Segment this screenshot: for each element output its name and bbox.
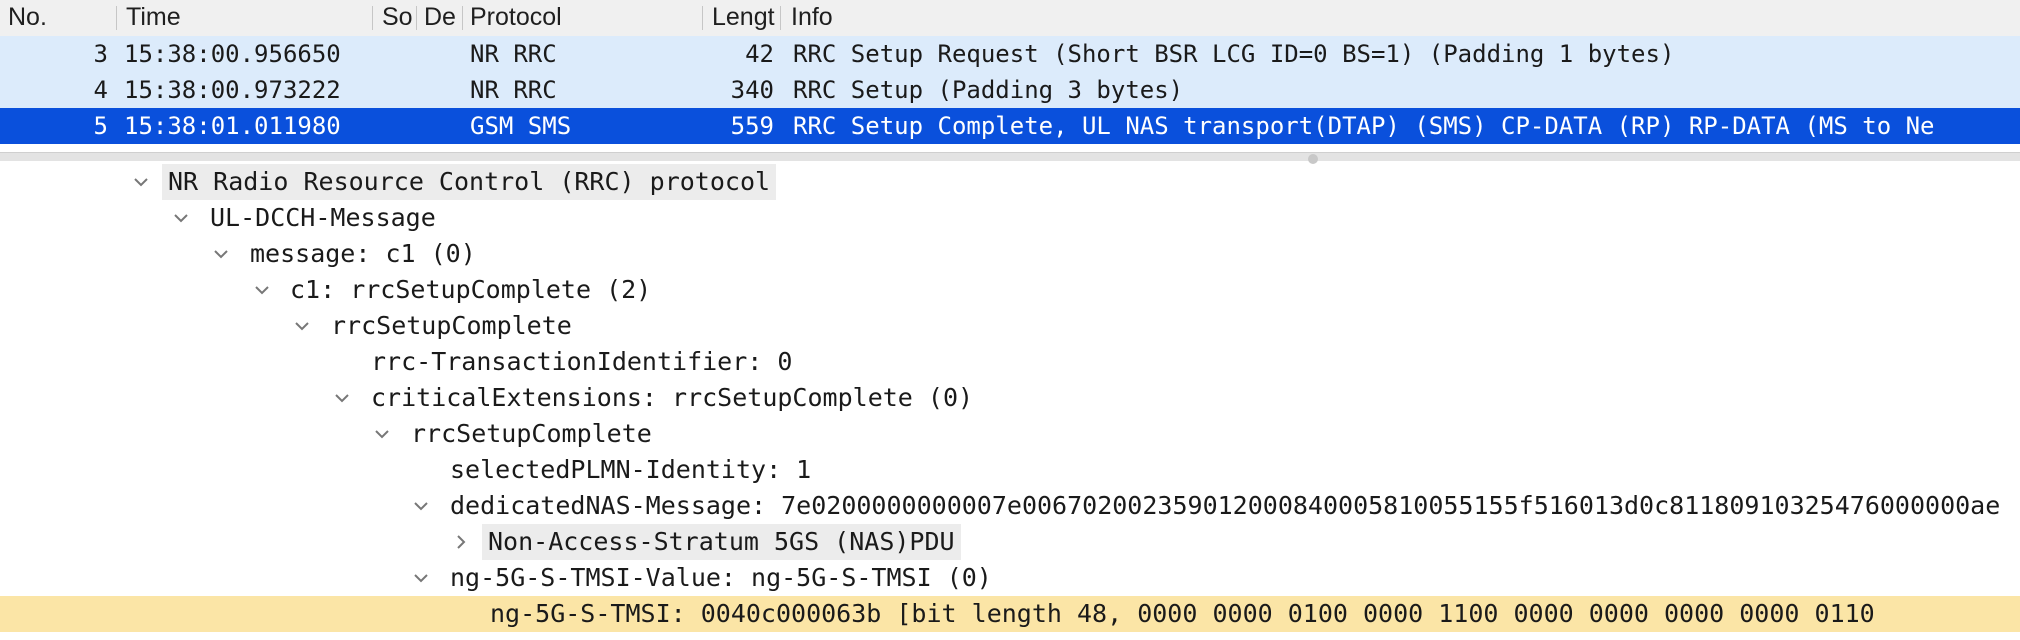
packet-protocol: GSM SMS xyxy=(470,112,572,140)
tree-item-label: dedicatedNAS-Message: 7e0200000000007e00… xyxy=(450,491,2001,520)
packet-info: RRC Setup Request (Short BSR LCG ID=0 BS… xyxy=(793,40,1675,68)
chevron-down-icon[interactable] xyxy=(251,272,273,308)
chevron-down-icon[interactable] xyxy=(331,380,353,416)
packet-length: 559 xyxy=(730,112,774,140)
packet-number: 3 xyxy=(93,40,108,68)
column-header-time[interactable]: Time xyxy=(126,0,366,36)
packet-time: 15:38:01.011980 xyxy=(124,112,341,140)
column-header-info[interactable]: Info xyxy=(791,0,991,36)
packet-info: RRC Setup Complete, UL NAS transport(DTA… xyxy=(793,112,1935,140)
packet-row[interactable]: 3 15:38:00.956650 NR RRC 42 RRC Setup Re… xyxy=(0,36,2020,72)
tree-item[interactable]: message: c1 (0) xyxy=(0,236,2020,272)
tree-item-label: rrcSetupComplete xyxy=(411,419,652,448)
tree-item-label: rrc-TransactionIdentifier: 0 xyxy=(371,347,793,376)
chevron-right-icon[interactable] xyxy=(450,524,472,560)
tree-item-label: message: c1 (0) xyxy=(250,239,476,268)
packet-time: 15:38:00.956650 xyxy=(124,40,341,68)
chevron-down-icon[interactable] xyxy=(130,164,152,200)
chevron-down-icon[interactable] xyxy=(371,416,393,452)
tree-item[interactable]: Non-Access-Stratum 5GS (NAS)PDU xyxy=(0,524,2020,560)
column-header-length[interactable]: Lengt xyxy=(712,0,778,36)
chevron-down-icon[interactable] xyxy=(210,236,232,272)
column-header-protocol[interactable]: Protocol xyxy=(470,0,700,36)
tree-item[interactable]: selectedPLMN-Identity: 1 xyxy=(0,452,2020,488)
column-header-no[interactable]: No. xyxy=(8,0,88,36)
tree-item[interactable]: dedicatedNAS-Message: 7e0200000000007e00… xyxy=(0,488,2020,524)
column-header-source[interactable]: So xyxy=(382,0,412,36)
tree-item[interactable]: rrcSetupComplete xyxy=(0,416,2020,452)
packet-protocol: NR RRC xyxy=(470,76,557,104)
chevron-down-icon[interactable] xyxy=(291,308,313,344)
column-divider[interactable] xyxy=(372,6,373,30)
column-divider[interactable] xyxy=(116,6,117,30)
tree-item-label: UL-DCCH-Message xyxy=(210,203,436,232)
tree-item-label: rrcSetupComplete xyxy=(331,311,572,340)
tree-item[interactable]: rrc-TransactionIdentifier: 0 xyxy=(0,344,2020,380)
packet-length: 42 xyxy=(745,40,774,68)
column-divider[interactable] xyxy=(416,6,417,30)
tree-item-label: c1: rrcSetupComplete (2) xyxy=(290,275,652,304)
packet-list-header: No. Time So De Protocol Lengt Info xyxy=(0,0,2020,37)
tree-item[interactable]: criticalExtensions: rrcSetupComplete (0) xyxy=(0,380,2020,416)
chevron-down-icon[interactable] xyxy=(410,560,432,596)
packet-time: 15:38:00.973222 xyxy=(124,76,341,104)
column-divider[interactable] xyxy=(702,6,703,30)
packet-details-tree: NR Radio Resource Control (RRC) protocol… xyxy=(0,164,2020,640)
packet-number: 5 xyxy=(93,112,108,140)
tree-item-label: ng-5G-S-TMSI: 0040c000063b [bit length 4… xyxy=(490,599,1875,628)
packet-row-selected[interactable]: 5 15:38:01.011980 GSM SMS 559 RRC Setup … xyxy=(0,108,2020,144)
tree-item[interactable]: UL-DCCH-Message xyxy=(0,200,2020,236)
packet-number: 4 xyxy=(93,76,108,104)
tree-item-label: NR Radio Resource Control (RRC) protocol xyxy=(162,164,777,200)
packet-protocol: NR RRC xyxy=(470,40,557,68)
chevron-down-icon[interactable] xyxy=(170,200,192,236)
tree-item[interactable]: NR Radio Resource Control (RRC) protocol xyxy=(0,164,2020,200)
tree-item[interactable]: c1: rrcSetupComplete (2) xyxy=(0,272,2020,308)
packet-length: 340 xyxy=(730,76,774,104)
column-header-destination[interactable]: De xyxy=(424,0,456,36)
tree-item-highlighted[interactable]: ng-5G-S-TMSI: 0040c000063b [bit length 4… xyxy=(0,596,2020,632)
column-divider[interactable] xyxy=(780,6,781,30)
tree-item[interactable]: ng-5G-S-TMSI-Value: ng-5G-S-TMSI (0) xyxy=(0,560,2020,596)
chevron-down-icon[interactable] xyxy=(410,488,432,524)
tree-item-label: selectedPLMN-Identity: 1 xyxy=(450,455,812,484)
packet-info: RRC Setup (Padding 3 bytes) xyxy=(793,76,1184,104)
packet-row[interactable]: 4 15:38:00.973222 NR RRC 340 RRC Setup (… xyxy=(0,72,2020,108)
tree-item[interactable]: rrcSetupComplete xyxy=(0,308,2020,344)
tree-item-label: criticalExtensions: rrcSetupComplete (0) xyxy=(371,383,974,412)
tree-item-label: ng-5G-S-TMSI-Value: ng-5G-S-TMSI (0) xyxy=(450,563,992,592)
pane-splitter[interactable] xyxy=(0,152,2020,164)
column-divider[interactable] xyxy=(462,6,463,30)
splitter-handle-icon[interactable] xyxy=(1308,154,1318,164)
tree-item-label: Non-Access-Stratum 5GS (NAS)PDU xyxy=(482,524,961,560)
